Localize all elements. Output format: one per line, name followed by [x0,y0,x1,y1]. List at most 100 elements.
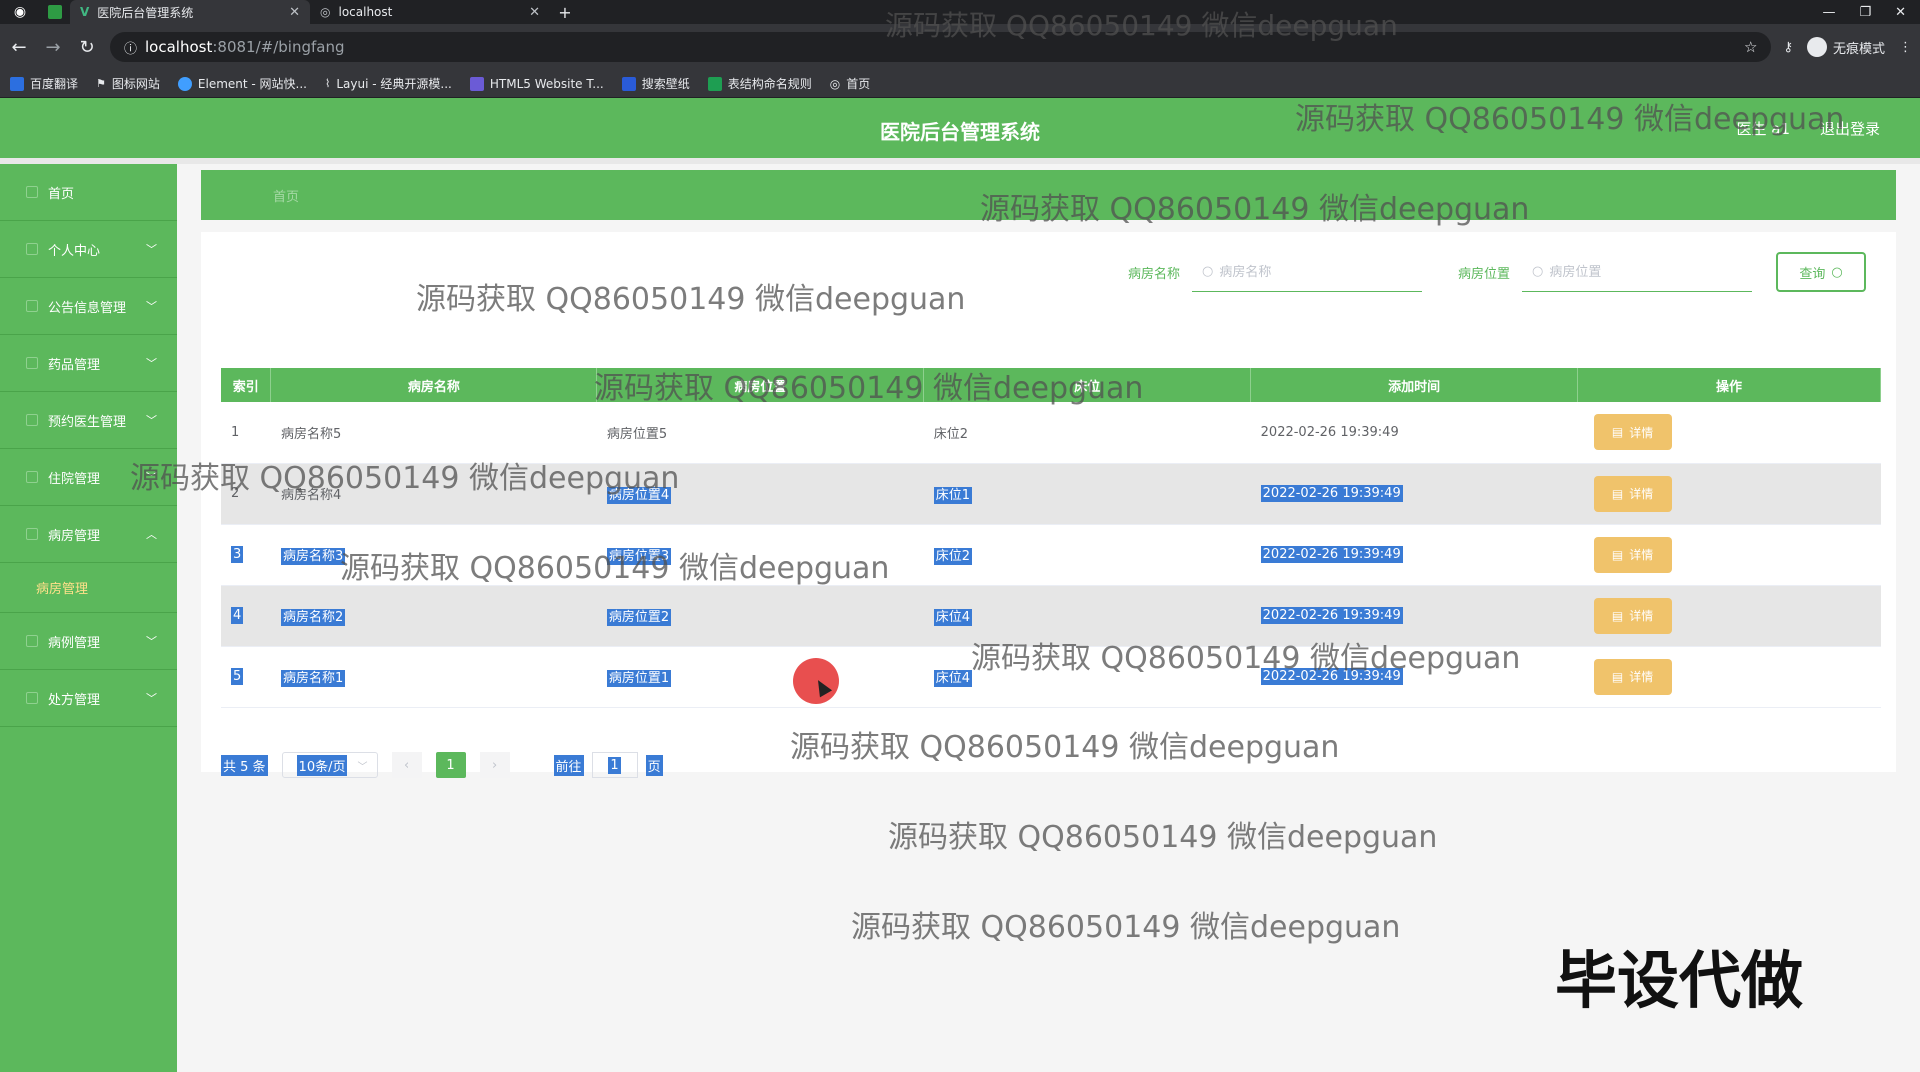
sidebar-item-profile[interactable]: 个人中心 ﹀ [0,221,177,278]
incognito-icon [1806,37,1827,57]
cell-action: ▤ 详情 [1577,524,1881,586]
chevron-down-icon: ﹀ [146,243,157,256]
ward-location-label: 病房位置 [1457,266,1510,282]
sidebar-item-notice[interactable]: 公告信息管理 ﹀ [0,278,177,335]
pinned-tab-icon [48,5,62,19]
selected-text: 病房名称1 [280,670,346,687]
page-number[interactable]: 1 [435,752,466,778]
ward-location-field[interactable]: ○ [1522,252,1752,292]
forward-icon[interactable]: → [42,37,64,58]
prev-page-icon[interactable]: ‹ [391,752,422,778]
query-button-label: 查询 [1799,266,1826,282]
back-icon[interactable]: ← [8,37,30,58]
sidebar-item-home[interactable]: 首页 [0,164,177,221]
info-icon[interactable]: ⓘ [124,38,137,57]
close-tab-icon[interactable]: ✕ [529,5,540,20]
user-icon [26,243,38,255]
detail-button[interactable]: ▤ 详情 [1593,597,1672,634]
bookmark-item[interactable]: 百度翻译 [10,75,78,92]
bookmark-item[interactable]: ⌇ Layui - 经典开源模... [325,75,452,92]
key-icon[interactable]: ⚷ [1783,40,1793,55]
watermark: 源码获取 QQ86050149 微信deepguan [851,910,1401,945]
watermark: 源码获取 QQ86050149 微信deepguan [130,461,680,496]
breadcrumb[interactable]: 首页 [273,186,299,205]
bookmark-item[interactable]: 搜索壁纸 [621,75,690,92]
detail-button[interactable]: ▤ 详情 [1593,536,1672,573]
tab-title: localhost [338,5,393,19]
goto-page-input[interactable]: 1 [591,752,638,778]
globe-icon: ◎ [320,5,331,19]
ward-name-field[interactable]: ○ [1191,252,1422,292]
bookmark-item[interactable]: 表结构命名规则 [707,75,812,92]
browser-menu-icon[interactable]: ◉ [0,0,40,24]
watermark: 源码获取 QQ86050149 微信deepguan [790,730,1340,765]
sheet-icon [707,76,722,91]
selected-text: 2022-02-26 19:39:49 [1260,485,1403,502]
page-size-value: 10条/页 [296,754,348,776]
selected-text: 4 [231,607,244,624]
layui-icon: ⌇ [325,77,331,90]
sidebar-item-case[interactable]: 病例管理 ﹀ [0,613,177,670]
new-tab-icon[interactable]: + [550,3,580,22]
ward-name-input[interactable] [1219,264,1400,279]
detail-button[interactable]: ▤ 详情 [1593,658,1672,695]
search-icon: ○ [1201,264,1214,279]
bookmark-item[interactable]: Element - 网站快... [177,75,307,92]
sidebar-subitem-ward-manage[interactable]: 病房管理 [0,563,177,613]
globe-icon: ◎ [829,76,841,91]
watermark: 源码获取 QQ86050149 微信deepguan [885,9,1398,42]
column-header: 操作 [1577,368,1881,402]
cell-index: 4 [221,585,271,647]
cell-action: ▤ 详情 [1577,463,1881,525]
bed-icon [26,471,38,483]
selected-text: 2022-02-26 19:39:49 [1260,546,1403,563]
selected-text: 病房位置2 [606,609,672,626]
more-menu-icon[interactable]: ⋮ [1899,40,1912,55]
ward-location-input[interactable] [1549,264,1730,279]
window-close-icon[interactable]: ✕ [1895,5,1906,20]
bookmark-item[interactable]: HTML5 Website T... [469,76,604,91]
tab-localhost[interactable]: ◎ localhost ✕ [310,0,550,24]
bookmark-star-icon[interactable]: ☆ [1744,38,1757,56]
cell-time: 2022-02-26 19:39:49 [1250,402,1578,464]
pinned-tab[interactable] [40,0,70,24]
page-size-select[interactable]: 10条/页 ﹀ [281,752,378,778]
ward-icon [26,528,38,540]
sidebar-item-label: 公告信息管理 [48,300,127,316]
selected-text: 病房名称3 [280,548,346,565]
watermark: 源码获取 QQ86050149 微信deepguan [594,371,1144,406]
document-icon: ▤ [1611,425,1624,440]
detail-button-label: 详情 [1629,670,1654,684]
chevron-down-icon: ﹀ [146,357,157,370]
chevron-up-icon: ︿ [146,528,157,541]
detail-button[interactable]: ▤ 详情 [1593,414,1672,451]
minimize-icon[interactable]: — [1822,5,1835,20]
url-host: localhost [145,38,213,56]
bookmark-item[interactable]: ◎ 首页 [830,75,871,92]
incognito-label: 无痕模式 [1832,41,1885,57]
sidebar-item-medicine[interactable]: 药品管理 ﹀ [0,335,177,392]
wallpaper-icon [621,76,636,91]
cell-name: 病房名称1 [270,646,597,708]
incognito-indicator[interactable]: 无痕模式 [1806,37,1885,57]
close-tab-icon[interactable]: ✕ [289,5,300,20]
page-jump: 前往 1 页 [553,752,663,778]
sidebar-item-label: 病房管理 [48,528,101,544]
detail-button[interactable]: ▤ 详情 [1593,475,1672,512]
reload-icon[interactable]: ↻ [76,37,98,58]
selected-text: 5 [231,668,244,685]
notice-icon [26,300,38,312]
restore-icon[interactable]: ❐ [1859,5,1871,20]
sidebar-item-appointment[interactable]: 预约医生管理 ﹀ [0,392,177,449]
element-icon [177,76,192,91]
query-button[interactable]: 查询 ○ [1776,252,1866,292]
watermark: 源码获取 QQ86050149 微信deepguan [971,641,1521,676]
document-icon: ▤ [1611,608,1624,623]
bookmark-label: 搜索壁纸 [641,77,690,91]
next-page-icon[interactable]: › [479,752,510,778]
tab-app[interactable]: V 医院后台管理系统 ✕ [70,0,310,24]
sidebar-item-ward[interactable]: 病房管理 ︿ [0,506,177,563]
bookmark-item[interactable]: ⚑ 图标网站 [96,75,160,92]
bookmark-label: Element - 网站快... [197,77,307,91]
sidebar-item-prescription[interactable]: 处方管理 ﹀ [0,670,177,727]
